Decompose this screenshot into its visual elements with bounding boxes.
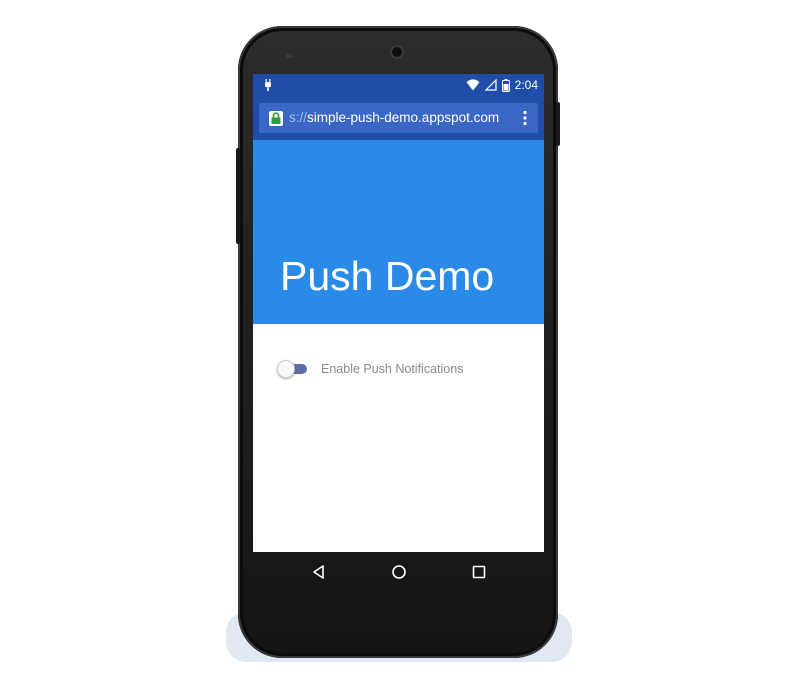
recents-icon[interactable] xyxy=(469,562,489,582)
overflow-menu-icon[interactable] xyxy=(521,110,529,126)
device-stage: 2:04 s://simple-push-demo.appspot.com Pu… xyxy=(0,0,800,694)
wifi-icon xyxy=(466,79,480,91)
push-toggle-label[interactable]: Enable Push Notifications xyxy=(321,362,463,376)
url-host: simple-push-demo.appspot.com xyxy=(307,110,500,125)
power-button xyxy=(556,102,560,146)
battery-icon xyxy=(501,78,510,92)
back-icon[interactable] xyxy=(309,562,329,582)
status-bar: 2:04 xyxy=(253,74,544,96)
signal-icon xyxy=(484,79,497,91)
page-header: Push Demo xyxy=(253,140,544,324)
status-icons: 2:04 xyxy=(466,77,538,93)
push-toggle-row[interactable]: Enable Push Notifications xyxy=(277,357,463,381)
earpiece-speaker xyxy=(286,54,292,58)
address-bar[interactable]: s://simple-push-demo.appspot.com xyxy=(259,103,538,133)
lock-icon[interactable] xyxy=(269,111,283,126)
status-time: 2:04 xyxy=(514,78,538,92)
browser-toolbar: s://simple-push-demo.appspot.com xyxy=(253,96,544,140)
push-notifications-switch[interactable] xyxy=(277,360,309,378)
url-scheme: s:// xyxy=(289,110,308,125)
switch-thumb[interactable] xyxy=(277,360,295,378)
phone-screen: 2:04 s://simple-push-demo.appspot.com Pu… xyxy=(253,74,544,552)
url-text[interactable]: s://simple-push-demo.appspot.com xyxy=(289,110,499,126)
front-camera xyxy=(390,45,404,59)
android-notification-icon xyxy=(265,79,271,91)
android-nav-bar xyxy=(253,552,544,592)
page-title: Push Demo xyxy=(280,253,495,299)
home-icon[interactable] xyxy=(389,562,409,582)
volume-button xyxy=(236,148,240,244)
